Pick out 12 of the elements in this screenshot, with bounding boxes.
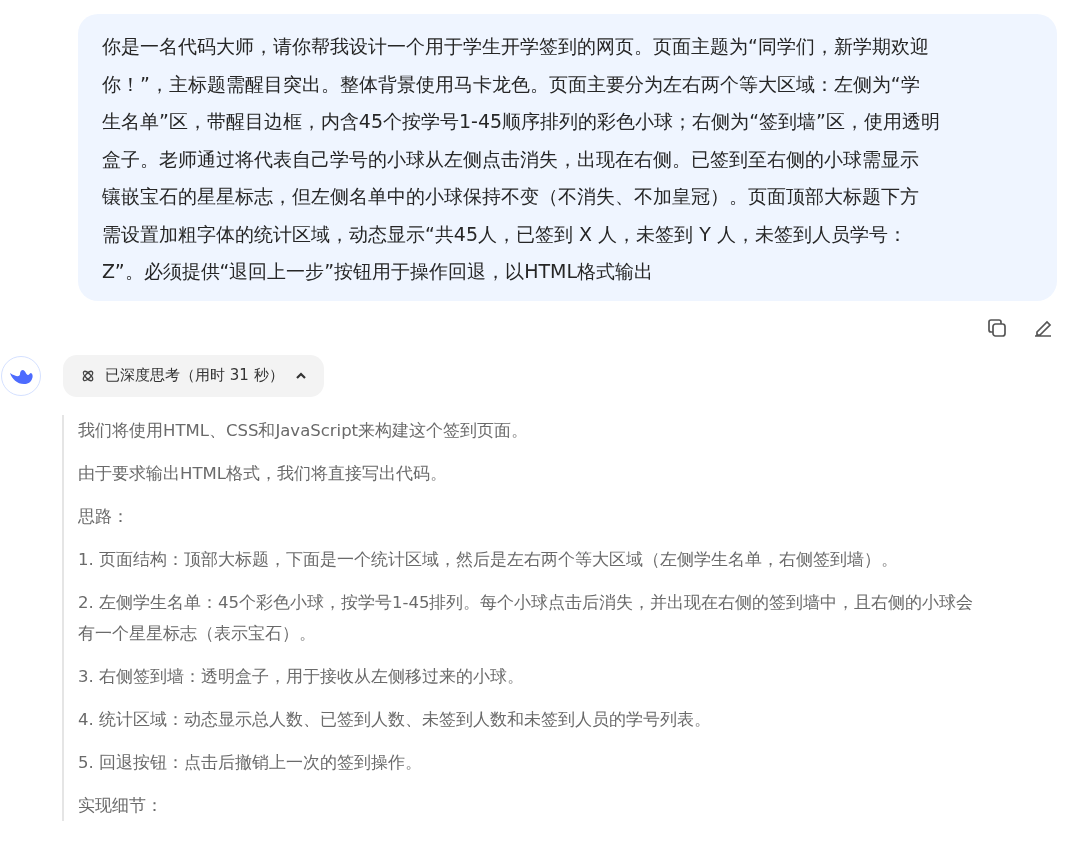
thinking-toggle[interactable]: 已深度思考（用时 31 秒）: [63, 354, 324, 397]
thinking-paragraph: 实现细节：: [78, 794, 164, 817]
atom-icon: [81, 368, 95, 383]
thinking-paragraph: 2. 左侧学生名单：45个彩色小球，按学号1-45排列。每个小球点击后消失，并出现在右侧的签到墙中，且右侧的小球会 有一个星星标志（表示宝石）。: [78, 591, 975, 645]
thinking-paragraph: 4. 统计区域：动态显示总人数、已签到人数、未签到人数和未签到人员的学号列表。: [78, 708, 712, 731]
thinking-paragraph: 3. 右侧签到墙：透明盒子，用于接收从左侧移过来的小球。: [78, 665, 525, 688]
thinking-paragraph: 5. 回退按钮：点击后撤销上一次的签到操作。: [78, 751, 423, 774]
user-message: 你是一名代码大师，请你帮我设计一个用于学生开学签到的网页。页面主题为“同学们，新学期欢迎 你！”，主标题需醒目突出。整体背景使用马卡龙色。页面主要分为左右两个等大区域：左侧为“学 生名单”区，带醒目边框，内含45个按学号1-45顺序排列的彩色小球；右侧为“签到墙”区，使用透明 盒子。老师通过将代表自己学号的小球从左侧点击消失，出现在右侧。已签到至右侧的小球需显示 镶嵌宝石的星星标志，但左侧名单中的小球保持不变（不消失、不加皇冠）。页面顶部大标题下方 需设置加粗字体的统计区域，动态显示“共45人，已签到 X 人，未签到 Y 人，未签到人员学号： Z”。必须提供“退回上一步”按钮用于操作回退，以HTML格式输出: [78, 14, 1057, 301]
thinking-paragraph: 由于要求输出HTML格式，我们将直接写出代码。: [78, 462, 448, 485]
thinking-paragraph: 我们将使用HTML、CSS和JavaScript来构建这个签到页面。: [78, 419, 530, 442]
thinking-paragraph: 1. 页面结构：顶部大标题，下面是一个统计区域，然后是左右两个等大区域（左侧学生名单，右侧签到墙）。: [78, 548, 899, 571]
thinking-paragraph: 思路：: [78, 505, 130, 528]
